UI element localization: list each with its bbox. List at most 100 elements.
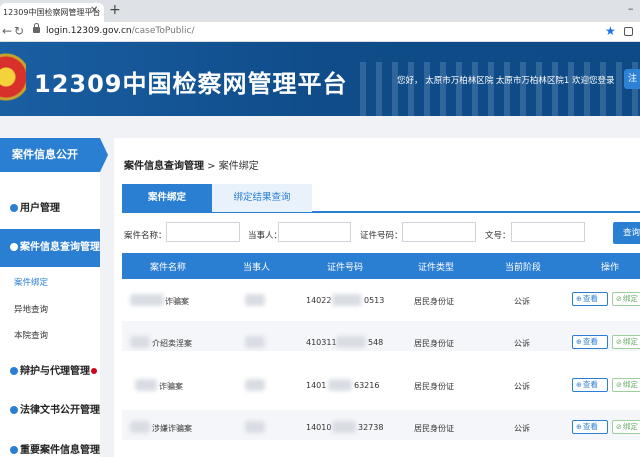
bind-button[interactable]: ⊘绑定 xyxy=(612,292,640,306)
sidebar-subitem-remote-query[interactable]: 异地查询 xyxy=(0,297,100,323)
notification-dot xyxy=(91,368,97,374)
sidebar-item-user-management[interactable]: 用户管理 xyxy=(0,196,100,222)
tab-binding-results[interactable]: 绑定结果查询 xyxy=(212,184,312,212)
column-header-id-number: 证件号码 xyxy=(327,263,364,273)
view-label: 查看 xyxy=(582,294,598,303)
magnifier-icon: ⊕ xyxy=(576,295,582,303)
case-name-cell: 诈骗案 xyxy=(159,382,183,391)
id-number-input[interactable] xyxy=(402,222,476,242)
id-number-head: 1401 xyxy=(306,381,327,390)
doc-number-input[interactable] xyxy=(511,222,585,242)
national-emblem-logo xyxy=(0,52,26,102)
id-number-label: 证件号码： xyxy=(360,231,403,241)
sidebar-item-important-cases[interactable]: 重要案件信息管理 xyxy=(0,438,100,457)
breadcrumb-parent[interactable]: 案件信息查询管理 xyxy=(124,161,204,172)
sidebar-item-label: 用户管理 xyxy=(20,203,60,214)
party-input[interactable] xyxy=(278,222,351,242)
case-name-cell: 诈骗案 xyxy=(165,297,189,306)
column-header-stage: 当前阶段 xyxy=(505,263,542,273)
stage-cell: 公诉 xyxy=(514,339,530,348)
table-header xyxy=(122,253,640,279)
list-icon xyxy=(10,243,18,251)
browser-tab-bar: 12309中国检察网管理平台 ✕ + – xyxy=(0,0,640,22)
view-label: 查看 xyxy=(582,422,598,431)
link-icon: ⊘ xyxy=(616,338,622,346)
sidebar-item-legal-documents[interactable]: 法律文书公开管理 xyxy=(0,398,100,424)
sidebar-item-label: 重要案件信息管理 xyxy=(20,445,100,456)
extension-icon[interactable] xyxy=(624,27,633,36)
logout-button[interactable]: 注 xyxy=(624,69,640,89)
bookmark-star-icon[interactable]: ★ xyxy=(605,24,616,38)
bind-button[interactable]: ⊘绑定 xyxy=(612,378,640,392)
browser-tab[interactable]: 12309中国检察网管理平台 ✕ xyxy=(0,3,104,22)
id-type-cell: 居民身份证 xyxy=(414,424,454,433)
great-wall-background xyxy=(360,62,640,116)
query-button[interactable]: 查询 xyxy=(613,222,640,244)
sidebar-subitem-case-binding[interactable]: 案件绑定 xyxy=(0,270,100,296)
sidebar-item-label: 辩护与代理管理 xyxy=(20,366,90,377)
sidebar-title: 案件信息公开 xyxy=(0,138,108,172)
case-name-cell: 介绍卖淫案 xyxy=(152,339,192,348)
doc-icon xyxy=(10,446,18,454)
redacted-text xyxy=(130,421,150,433)
new-tab-icon[interactable]: + xyxy=(109,2,121,18)
url-path: /caseToPublic/ xyxy=(131,26,195,36)
view-label: 查看 xyxy=(582,380,598,389)
doc-icon xyxy=(10,406,18,414)
close-tab-icon[interactable]: ✕ xyxy=(90,5,98,16)
id-type-cell: 居民身份证 xyxy=(414,382,454,391)
magnifier-icon: ⊕ xyxy=(576,423,582,431)
view-button[interactable]: ⊕查看 xyxy=(572,335,608,349)
redacted-party xyxy=(245,379,265,391)
view-button[interactable]: ⊕查看 xyxy=(572,420,608,434)
browser-tab-title: 12309中国检察网管理平台 xyxy=(3,8,101,17)
site-logo-title: 12309中国检察网管理平台 xyxy=(34,70,348,98)
id-type-cell: 居民身份证 xyxy=(414,339,454,348)
breadcrumb-separator: > xyxy=(204,161,219,172)
column-header-party: 当事人 xyxy=(243,263,271,273)
id-number-tail: 63216 xyxy=(354,381,380,390)
sidebar-subitem-local-query[interactable]: 本院查询 xyxy=(0,323,100,349)
tab-case-binding[interactable]: 案件绑定 xyxy=(122,184,212,212)
sidebar-item-case-query[interactable]: 案件信息查询管理 xyxy=(0,229,100,267)
view-button[interactable]: ⊕查看 xyxy=(572,378,608,392)
column-header-actions: 操作 xyxy=(601,263,620,273)
doc-number-label: 文号： xyxy=(485,231,511,241)
redacted-id xyxy=(328,379,352,391)
back-arrow-icon[interactable]: ← xyxy=(2,24,12,38)
id-number-tail: 32738 xyxy=(358,423,384,432)
view-label: 查看 xyxy=(582,337,598,346)
party-label: 当事人： xyxy=(248,231,283,241)
lock-icon[interactable] xyxy=(33,23,40,33)
bind-label: 绑定 xyxy=(622,422,638,431)
redacted-id xyxy=(332,421,356,433)
welcome-text: 您好， 太原市万柏林区院 太原市万柏林区院1 欢迎您登录 xyxy=(397,76,615,86)
sidebar-item-defense-agency[interactable]: 辩护与代理管理 xyxy=(0,359,100,385)
id-number-head: 410311 xyxy=(306,338,337,347)
user-icon xyxy=(10,204,18,212)
link-icon: ⊘ xyxy=(616,295,622,303)
bind-button[interactable]: ⊘绑定 xyxy=(612,420,640,434)
redacted-text xyxy=(130,294,164,306)
reload-icon[interactable]: ↻ xyxy=(14,24,24,38)
url-domain: login.12309.gov.cn xyxy=(46,26,132,36)
url-field[interactable]: login.12309.gov.cn/caseToPublic/ xyxy=(46,26,195,36)
site-banner: 12309中国检察网管理平台 您好， 太原市万柏林区院 太原市万柏林区院1 欢迎… xyxy=(0,42,640,116)
redacted-party xyxy=(245,421,265,433)
address-bar: ← ↻ login.12309.gov.cn/caseToPublic/ ★ xyxy=(0,22,640,42)
magnifier-icon: ⊕ xyxy=(576,381,582,389)
redacted-id xyxy=(336,336,366,348)
stage-cell: 公诉 xyxy=(514,424,530,433)
view-button[interactable]: ⊕查看 xyxy=(572,292,608,306)
id-number-tail: 548 xyxy=(368,338,384,347)
redacted-party xyxy=(245,336,265,348)
sidebar-item-label: 法律文书公开管理 xyxy=(20,405,100,416)
minimize-icon[interactable]: – xyxy=(628,2,634,15)
pen-icon xyxy=(10,367,18,375)
bind-label: 绑定 xyxy=(622,380,638,389)
bind-button[interactable]: ⊘绑定 xyxy=(612,335,640,349)
case-name-cell: 涉嫌诈骗案 xyxy=(152,424,192,433)
id-type-cell: 居民身份证 xyxy=(414,297,454,306)
case-name-input[interactable] xyxy=(166,222,240,242)
magnifier-icon: ⊕ xyxy=(576,338,582,346)
